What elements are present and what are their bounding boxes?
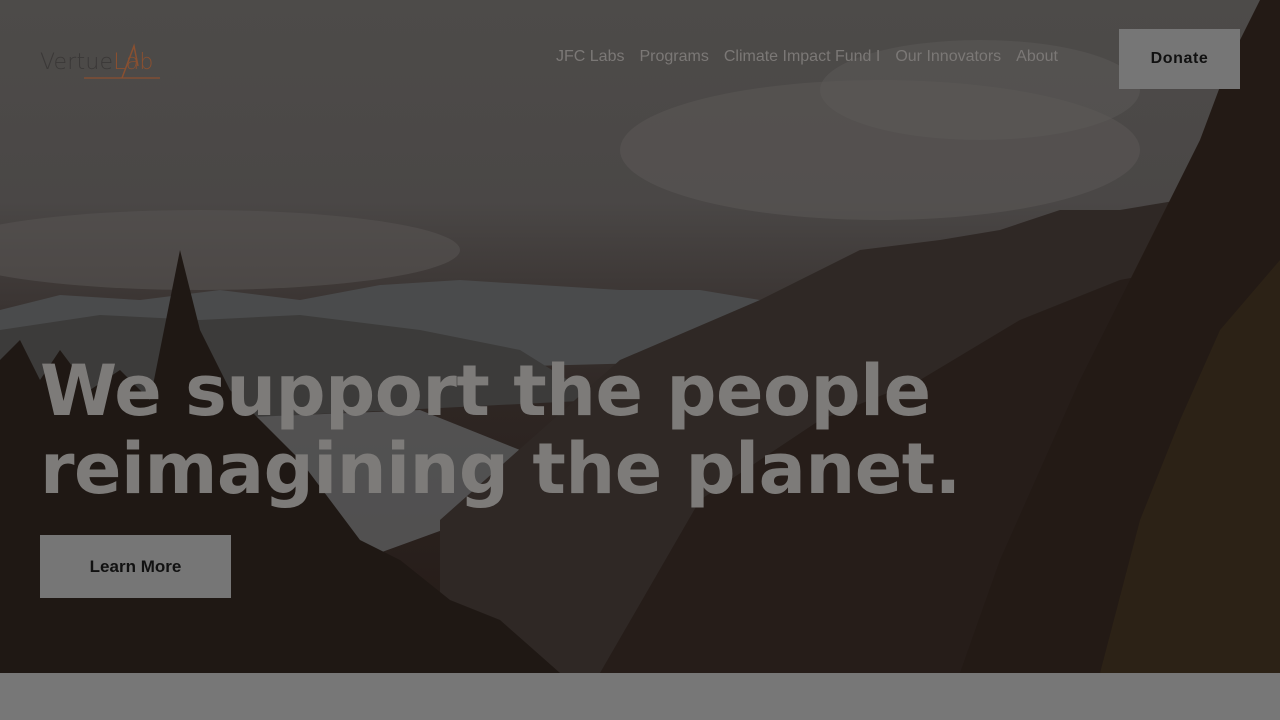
hero-section: VertueLab JFC Labs Programs Climate Impa…: [0, 0, 1280, 673]
next-section-band: [0, 673, 1280, 720]
nav-item-jfc-labs[interactable]: JFC Labs: [556, 48, 624, 66]
learn-more-button[interactable]: Learn More: [40, 535, 231, 598]
main-navigation: JFC Labs Programs Climate Impact Fund I …: [556, 48, 1073, 66]
donate-button[interactable]: Donate: [1119, 29, 1240, 89]
nav-item-our-innovators[interactable]: Our Innovators: [895, 48, 1001, 66]
hero-headline-line2: reimagining the planet.: [40, 428, 961, 510]
nav-item-about[interactable]: About: [1016, 48, 1058, 66]
vertuelab-logo[interactable]: VertueLab: [40, 38, 164, 82]
logo-wordmark: VertueLab: [40, 50, 154, 75]
nav-item-programs[interactable]: Programs: [639, 48, 708, 66]
hero-headline: We support the people reimagining the pla…: [40, 352, 961, 508]
nav-item-climate-impact-fund[interactable]: Climate Impact Fund I: [724, 48, 881, 66]
hero-headline-line1: We support the people: [40, 350, 931, 432]
